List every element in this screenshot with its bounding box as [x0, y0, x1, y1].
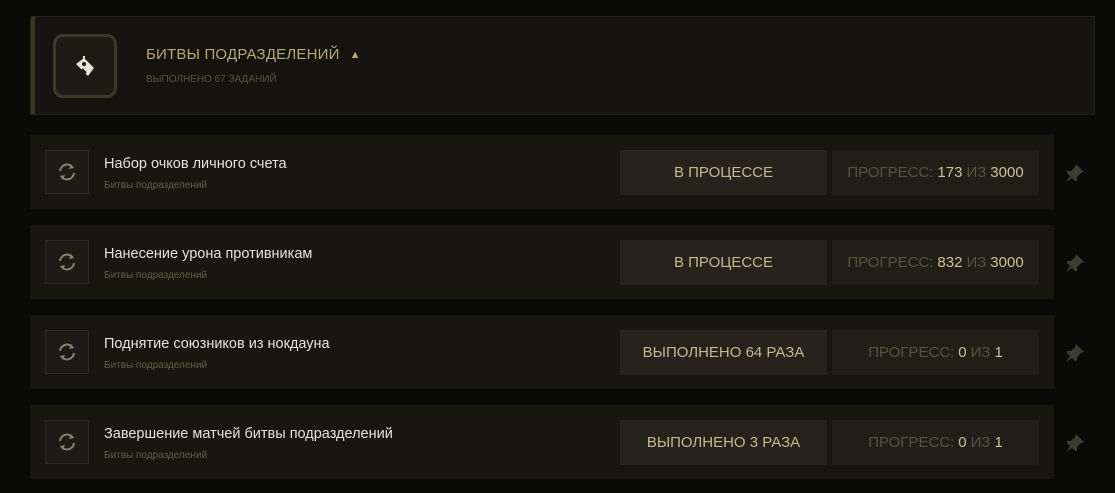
progress-label: ПРОГРЕСС: [847, 164, 934, 181]
progress-of: ИЗ [970, 344, 991, 361]
task-progress: ПРОГРЕСС: 0 ИЗ 1 [832, 420, 1039, 465]
category-title[interactable]: БИТВЫ ПОДРАЗДЕЛЕНИЙ ▲ [146, 46, 361, 63]
task-status-button[interactable]: В ПРОЦЕССЕ [620, 240, 827, 285]
progress-label: ПРОГРЕСС: [847, 254, 934, 271]
collapse-caret-icon[interactable]: ▲ [350, 49, 361, 61]
refresh-icon [59, 433, 75, 451]
task-category: Битвы подразделений [104, 180, 208, 191]
progress-current: 832 [937, 254, 963, 271]
category-subtitle: ВЫПОЛНЕНО 67 ЗАДАНИЙ [146, 74, 277, 85]
progress-total: 3000 [990, 164, 1024, 181]
progress-current: 0 [958, 344, 967, 361]
refresh-button[interactable] [45, 420, 89, 464]
task-status-button[interactable]: В ПРОЦЕССЕ [620, 150, 827, 195]
refresh-icon [59, 253, 75, 271]
progress-of: ИЗ [970, 434, 991, 451]
category-icon-box [53, 34, 117, 98]
progress-current: 173 [937, 164, 963, 181]
task-progress: ПРОГРЕСС: 832 ИЗ 3000 [832, 240, 1039, 285]
pin-icon[interactable] [1063, 431, 1087, 455]
header-accent-bar [31, 17, 35, 114]
category-header[interactable]: БИТВЫ ПОДРАЗДЕЛЕНИЙ ▲ ВЫПОЛНЕНО 67 ЗАДАН… [30, 16, 1095, 115]
refresh-button[interactable] [45, 240, 89, 284]
pin-icon[interactable] [1063, 161, 1087, 185]
task-status-button[interactable]: ВЫПОЛНЕНО 64 РАЗА [620, 330, 827, 375]
progress-total: 3000 [990, 254, 1024, 271]
refresh-button[interactable] [45, 330, 89, 374]
category-title-text: БИТВЫ ПОДРАЗДЕЛЕНИЙ [146, 46, 340, 63]
task-status-button[interactable]: ВЫПОЛНЕНО 3 РАЗА [620, 420, 827, 465]
task-category: Битвы подразделений [104, 360, 208, 371]
task-name: Завершение матчей битвы подразделений [104, 426, 393, 442]
refresh-button[interactable] [45, 150, 89, 194]
pin-icon[interactable] [1063, 341, 1087, 365]
progress-total: 1 [994, 344, 1003, 361]
task-name: Нанесение урона противникам [104, 246, 313, 262]
refresh-icon [59, 343, 75, 361]
progress-label: ПРОГРЕСС: [868, 344, 955, 361]
unit-battle-icon [76, 56, 94, 76]
task-row: Завершение матчей битвы подразделений Би… [30, 405, 1054, 479]
task-name: Набор очков личного счета [104, 156, 287, 172]
progress-of: ИЗ [966, 254, 987, 271]
task-progress: ПРОГРЕСС: 173 ИЗ 3000 [832, 150, 1039, 195]
progress-current: 0 [958, 434, 967, 451]
task-row: Набор очков личного счета Битвы подразде… [30, 135, 1054, 209]
task-category: Битвы подразделений [104, 450, 208, 461]
task-category: Битвы подразделений [104, 270, 208, 281]
task-name: Поднятие союзников из нокдауна [104, 336, 330, 352]
pin-icon[interactable] [1063, 251, 1087, 275]
progress-label: ПРОГРЕСС: [868, 434, 955, 451]
progress-total: 1 [994, 434, 1003, 451]
task-row: Нанесение урона противникам Битвы подраз… [30, 225, 1054, 299]
task-progress: ПРОГРЕСС: 0 ИЗ 1 [832, 330, 1039, 375]
refresh-icon [59, 163, 75, 181]
task-row: Поднятие союзников из нокдауна Битвы под… [30, 315, 1054, 389]
progress-of: ИЗ [966, 164, 987, 181]
